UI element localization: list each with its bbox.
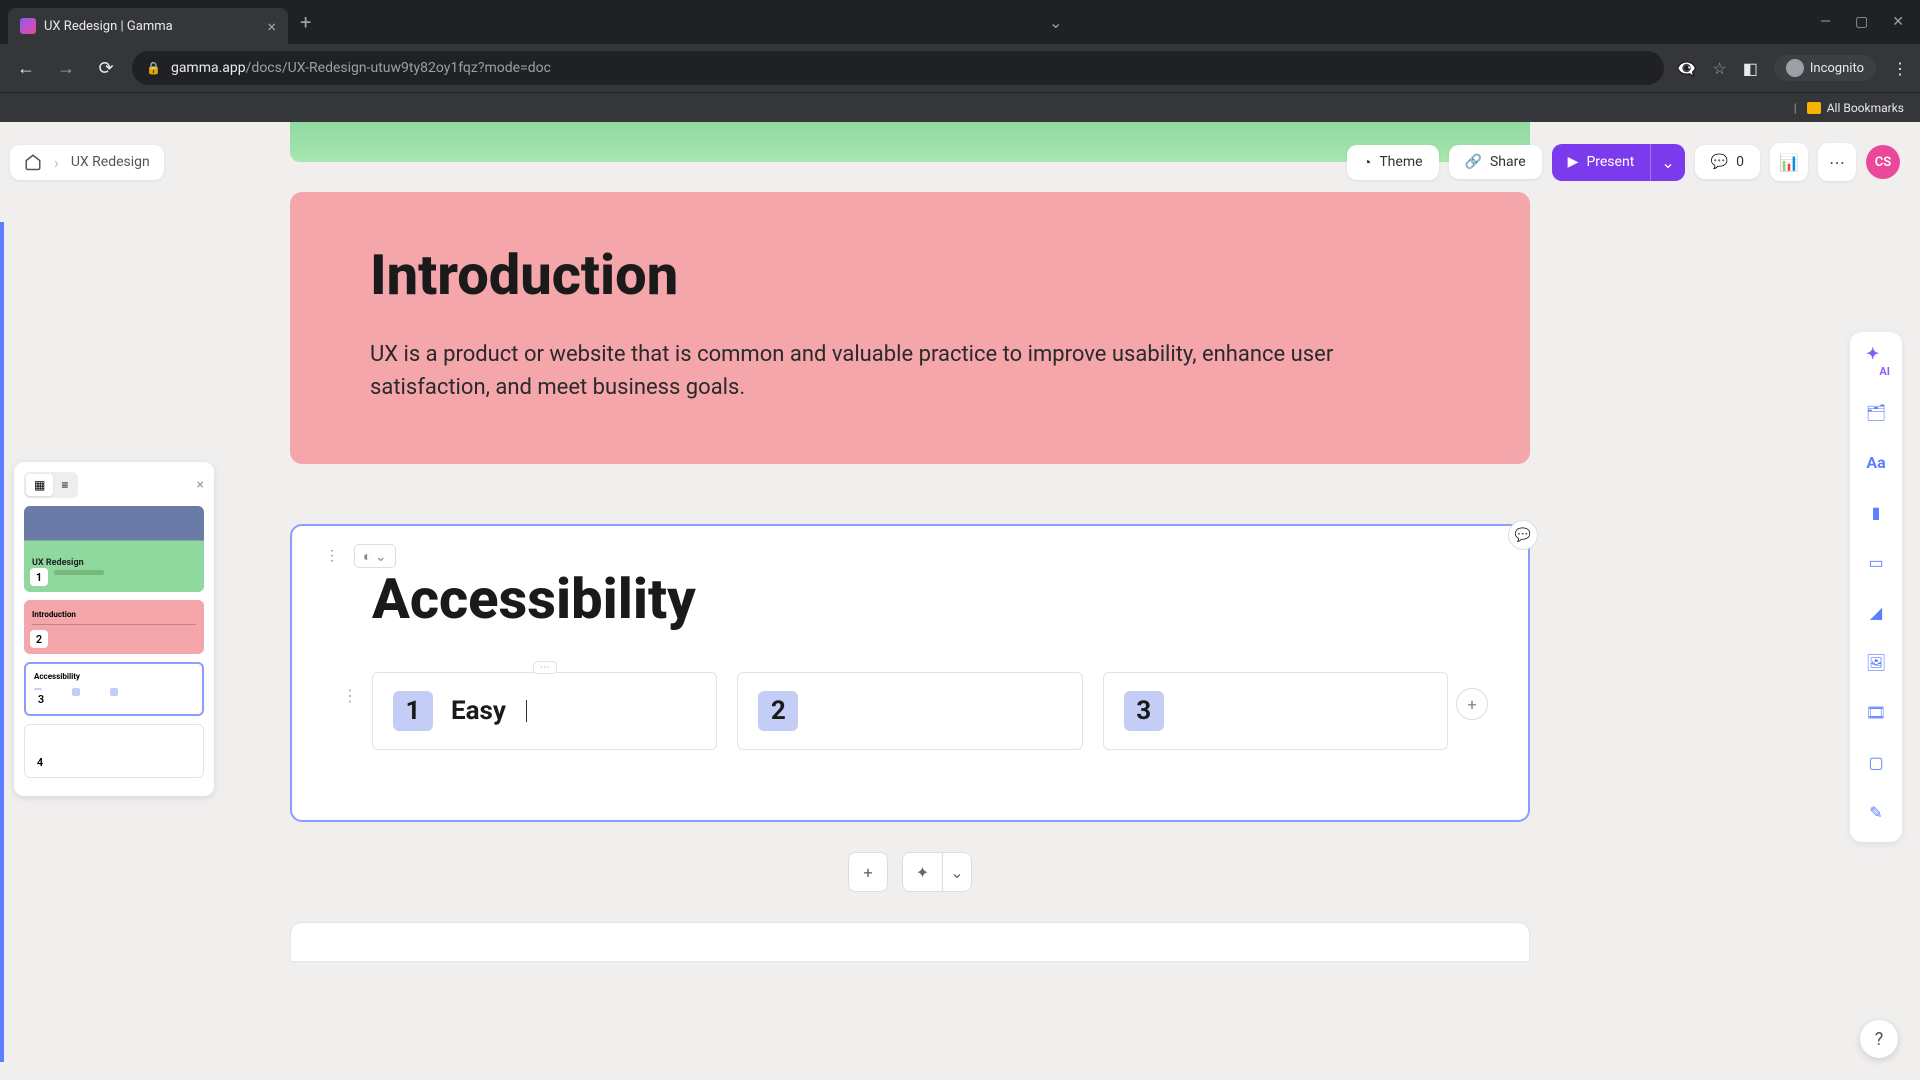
steps-row: ⋮ ⋯ 1 Easy 2 3 + xyxy=(372,672,1448,750)
maximize-icon[interactable]: ▢ xyxy=(1855,14,1868,30)
step-2[interactable]: 2 xyxy=(737,672,1082,750)
card-style-button[interactable]: ◐ ⌄ xyxy=(354,544,396,568)
home-icon[interactable] xyxy=(24,153,42,171)
step-number-badge: 2 xyxy=(758,691,798,731)
visual-blocks-button[interactable]: ◢ xyxy=(1860,596,1892,628)
add-comment-button[interactable]: 💬 xyxy=(1508,520,1538,550)
reload-icon[interactable]: ⟳ xyxy=(92,58,120,79)
comment-icon: 💬 xyxy=(1711,154,1728,170)
bookmarks-bar: | All Bookmarks xyxy=(0,92,1920,122)
tab-title: UX Redesign | Gamma xyxy=(44,19,173,34)
comments-button[interactable]: 💬 0 xyxy=(1695,145,1760,179)
present-dropdown[interactable]: ⌄ xyxy=(1650,144,1684,181)
card-drag-handle[interactable]: ⋮ xyxy=(320,544,344,568)
embed-button[interactable]: ▢ xyxy=(1860,746,1892,778)
browser-menu-icon[interactable]: ⋮ xyxy=(1892,59,1908,78)
add-blank-card-button[interactable]: + xyxy=(848,852,888,892)
form-button[interactable]: ✎ xyxy=(1860,796,1892,828)
filmstrip-panel: ▦ ≡ × UX Redesign 1 Introduction 2 Acces… xyxy=(14,462,214,796)
card-templates-button[interactable]: 🗂 xyxy=(1860,396,1892,428)
close-panel-icon[interactable]: × xyxy=(197,477,204,493)
lock-icon: 🔒 xyxy=(146,61,161,75)
back-icon[interactable]: ← xyxy=(12,58,40,79)
image-button[interactable]: 🖼 xyxy=(1860,646,1892,678)
left-accent-bar xyxy=(0,222,4,1062)
chart-icon: 📊 xyxy=(1779,153,1799,172)
breadcrumb: › UX Redesign xyxy=(10,145,164,180)
step-3[interactable]: 3 xyxy=(1103,672,1448,750)
link-icon: 🔗 xyxy=(1465,154,1482,170)
view-toggle: ▦ ≡ xyxy=(24,472,78,498)
canvas: Introduction UX is a product or website … xyxy=(290,192,1530,962)
list-view-button[interactable]: ≡ xyxy=(53,474,76,496)
access-heading[interactable]: Accessibility xyxy=(372,566,1448,632)
step-number-badge: 3 xyxy=(1124,691,1164,731)
grid-view-button[interactable]: ▦ xyxy=(26,474,53,496)
step-1-text[interactable]: Easy xyxy=(451,696,506,726)
text-formats-button[interactable]: Aa xyxy=(1860,446,1892,478)
slide-thumbnail-3[interactable]: Accessibility 3 xyxy=(24,662,204,716)
more-menu-button[interactable]: ⋯ xyxy=(1818,143,1856,181)
row-drag-handle[interactable]: ⋮ xyxy=(342,686,358,705)
share-button[interactable]: 🔗 Share xyxy=(1449,145,1542,179)
play-icon: ▶ xyxy=(1568,154,1579,170)
breadcrumb-doc-title[interactable]: UX Redesign xyxy=(71,154,150,170)
analytics-button[interactable]: 📊 xyxy=(1770,143,1808,181)
gamma-favicon xyxy=(20,18,36,34)
folder-icon xyxy=(1807,102,1821,114)
step-1[interactable]: ⋯ 1 Easy xyxy=(372,672,717,750)
browser-tab-strip: UX Redesign | Gamma × + ⌄ ― ▢ ✕ xyxy=(0,0,1920,44)
minimize-icon[interactable]: ― xyxy=(1820,14,1831,30)
forward-icon[interactable]: → xyxy=(52,58,80,79)
eye-off-icon[interactable]: 👁‍🗨 xyxy=(1676,59,1696,78)
add-ai-card-button[interactable]: ✦ xyxy=(902,852,942,892)
extensions-icon[interactable]: ◧ xyxy=(1743,59,1758,78)
palette-icon: ◔ xyxy=(1363,154,1371,171)
close-window-icon[interactable]: ✕ xyxy=(1892,14,1904,30)
card-introduction[interactable]: Introduction UX is a product or website … xyxy=(290,192,1530,464)
app-viewport: › UX Redesign ◔ Theme 🔗 Share ▶ Present … xyxy=(0,122,1920,1080)
card-next-peek[interactable] xyxy=(290,922,1530,962)
slide-thumbnail-1[interactable]: UX Redesign 1 xyxy=(24,506,204,592)
slide-thumbnail-2[interactable]: Introduction 2 xyxy=(24,600,204,654)
layout-blocks-button[interactable]: ▭ xyxy=(1860,546,1892,578)
card-toolbar: ⋮ ◐ ⌄ xyxy=(320,544,396,568)
text-cursor xyxy=(526,700,527,722)
more-icon: ⋯ xyxy=(1829,153,1845,172)
intro-body[interactable]: UX is a product or website that is commo… xyxy=(370,338,1390,404)
present-button[interactable]: ▶ Present xyxy=(1552,144,1651,181)
intro-heading[interactable]: Introduction xyxy=(370,242,1450,308)
close-tab-icon[interactable]: × xyxy=(267,17,276,36)
new-tab-button[interactable]: + xyxy=(300,10,311,34)
slide-thumbnail-4[interactable]: 4 xyxy=(24,724,204,778)
add-ai-card-dropdown[interactable]: ⌄ xyxy=(942,852,972,892)
browser-tab[interactable]: UX Redesign | Gamma × xyxy=(8,8,288,44)
card-accessibility[interactable]: ⋮ ◐ ⌄ 💬 Accessibility ⋮ ⋯ 1 Easy 2 3 xyxy=(290,524,1530,822)
ai-panel-button[interactable]: AI xyxy=(1860,346,1892,378)
address-bar: ← → ⟳ 🔒 gamma.app/docs/UX-Redesign-utuw9… xyxy=(0,44,1920,92)
incognito-icon xyxy=(1786,59,1804,77)
breadcrumb-separator: › xyxy=(54,153,59,172)
avatar[interactable]: CS xyxy=(1866,145,1900,179)
callout-blocks-button[interactable]: ▮ xyxy=(1860,496,1892,528)
all-bookmarks-button[interactable]: All Bookmarks xyxy=(1827,101,1904,115)
theme-button[interactable]: ◔ Theme xyxy=(1347,145,1439,180)
right-rail: AI 🗂 Aa ▮ ▭ ◢ 🖼 🎞 ▢ ✎ xyxy=(1850,332,1902,842)
app-topbar: › UX Redesign ◔ Theme 🔗 Share ▶ Present … xyxy=(10,140,1900,184)
incognito-badge: Incognito xyxy=(1774,55,1876,81)
tab-search-icon[interactable]: ⌄ xyxy=(1049,13,1062,32)
video-button[interactable]: 🎞 xyxy=(1860,696,1892,728)
add-card-bar: + ✦ ⌄ xyxy=(290,852,1530,892)
url-text: gamma.app/docs/UX-Redesign-utuw9ty82oy1f… xyxy=(171,60,551,76)
column-handle[interactable]: ⋯ xyxy=(533,661,557,674)
window-controls: ― ▢ ✕ xyxy=(1820,14,1912,30)
step-number-badge: 1 xyxy=(393,691,433,731)
url-field[interactable]: 🔒 gamma.app/docs/UX-Redesign-utuw9ty82oy… xyxy=(132,51,1664,85)
add-column-button[interactable]: + xyxy=(1456,688,1488,720)
star-icon[interactable]: ☆ xyxy=(1712,59,1726,78)
help-button[interactable]: ? xyxy=(1860,1020,1898,1058)
